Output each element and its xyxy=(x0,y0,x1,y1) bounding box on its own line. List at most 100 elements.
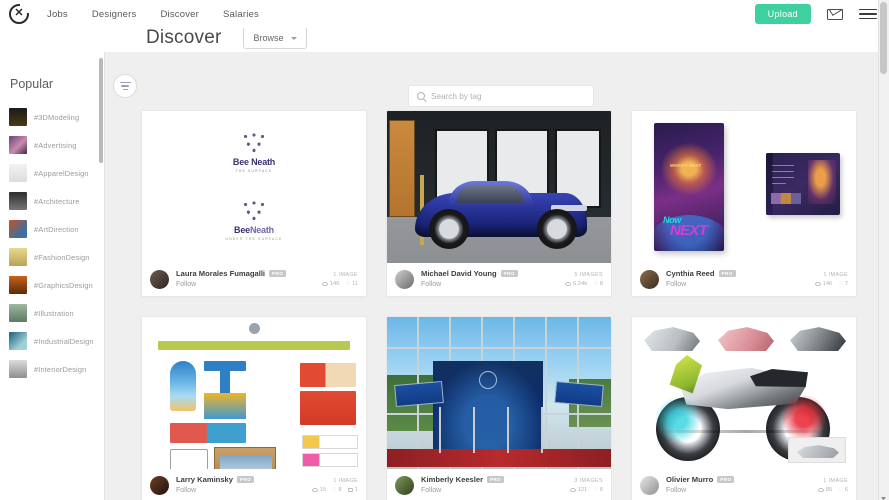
project-card[interactable]: Larry Kaminsky PRO Follow 1 IMAGE 15 ♡ 8 1 xyxy=(141,316,367,500)
sidebar-tag-label: #Advertising xyxy=(34,140,77,150)
ad-card-1 xyxy=(300,363,356,387)
hamburger-menu-icon[interactable] xyxy=(859,8,877,20)
sidebar-tag-label: #IndustrialDesign xyxy=(34,336,94,346)
like-count: ♡ 7 xyxy=(838,281,848,287)
tag-thumbnail-image xyxy=(9,276,27,294)
project-card[interactable]: Kimberly Keesler PRO Follow 3 IMAGES 121 ♡ 6 xyxy=(386,316,612,500)
stanchion-rail xyxy=(439,407,441,453)
card-thumbnail[interactable] xyxy=(387,317,611,469)
like-count: ♡ 8 xyxy=(332,487,342,493)
card-thumbnail[interactable] xyxy=(142,317,366,469)
avatar[interactable] xyxy=(395,270,414,289)
card-user-info: Michael David Young PRO Follow xyxy=(421,269,518,289)
card-username-row[interactable]: Laura Morales Fumagalli PRO xyxy=(176,269,287,278)
sidebar-tag-item[interactable]: #Illustration xyxy=(0,299,104,327)
engagement-counts: 146 ♡ 7 xyxy=(814,281,848,287)
tag-thumbnail-image xyxy=(9,192,27,210)
sidebar-tag-item[interactable]: #FashionDesign xyxy=(0,243,104,271)
scroll-down-arrow-icon[interactable] xyxy=(879,490,888,500)
scrollbar-thumb[interactable] xyxy=(880,2,887,74)
sidebar-tag-item[interactable]: #IndustrialDesign xyxy=(0,327,104,355)
eye-icon xyxy=(321,282,328,286)
view-count-value: 6.24k xyxy=(573,281,588,287)
sidebar-tag-item[interactable]: #InteriorDesign xyxy=(0,355,104,383)
car-window xyxy=(457,186,523,203)
view-count-value: 146 xyxy=(822,281,833,287)
thumbnail-sketch-3 xyxy=(790,327,846,351)
sidebar-tag-label: #InteriorDesign xyxy=(34,364,87,374)
sidebar-tag-item[interactable]: #GraphicsDesign xyxy=(0,271,104,299)
tag-thumbnail-image xyxy=(9,332,27,350)
card-username-row[interactable]: Olivier Murro PRO xyxy=(666,475,735,484)
sidebar-tag-list: #3DModeling #Advertising #ApparelDesign #Ar… xyxy=(0,103,104,383)
card-footer: Laura Morales Fumagalli PRO Follow 1 IMAGE 1… xyxy=(142,263,366,296)
follow-button[interactable]: Follow xyxy=(421,487,504,496)
tshirt-banner-top xyxy=(204,361,246,371)
car-rear-wheel xyxy=(537,209,577,249)
car-front-wheel xyxy=(429,209,469,249)
shelf-strip-1 xyxy=(302,435,358,449)
project-card[interactable]: WHAT'S NEXT Now NEXT Cynthia Reed PRO Follow 1… xyxy=(631,110,857,297)
card-username-row[interactable]: Kimberly Keesler PRO xyxy=(421,475,505,484)
filter-button[interactable] xyxy=(113,74,137,98)
dvd-front-cover: WHAT'S NEXT Now NEXT xyxy=(654,123,724,251)
nav-link-discover[interactable]: Discover xyxy=(160,9,199,20)
nav-link-jobs[interactable]: Jobs xyxy=(47,9,68,20)
follow-button[interactable]: Follow xyxy=(421,281,518,290)
card-thumbnail[interactable]: WHAT'S NEXT Now NEXT xyxy=(632,111,856,263)
follow-button[interactable]: Follow xyxy=(666,281,736,290)
card-username-row[interactable]: Larry Kaminsky PRO xyxy=(176,475,255,484)
thumbnail-sketch-2 xyxy=(718,327,774,351)
image-count-label: 1 IMAGE xyxy=(823,272,848,278)
follow-button[interactable]: Follow xyxy=(176,281,286,290)
logo-variant-primary: Bee Neath THE SURFACE xyxy=(142,131,366,173)
top-navigation-bar: Jobs Designers Discover Salaries Upload xyxy=(0,0,889,28)
follow-button[interactable]: Follow xyxy=(176,487,254,496)
avatar[interactable] xyxy=(150,270,169,289)
browse-dropdown[interactable]: Browse xyxy=(242,27,307,49)
avatar[interactable] xyxy=(640,476,659,495)
sidebar-scrollbar-thumb[interactable] xyxy=(99,58,103,163)
view-count-value: 15 xyxy=(319,487,327,493)
search-input[interactable] xyxy=(431,91,581,101)
project-card[interactable]: Bee Neath THE SURFACE BeeNeath UNDER THE SU… xyxy=(141,110,367,297)
comment-count-value: 1 xyxy=(354,487,358,493)
brand-logo-icon[interactable] xyxy=(9,4,29,24)
project-card[interactable]: Michael David Young PRO Follow 5 IMAGES 6.24… xyxy=(386,110,612,297)
like-count: ♡ 6 xyxy=(593,487,603,493)
card-thumbnail[interactable]: Bee Neath THE SURFACE BeeNeath UNDER THE SU… xyxy=(142,111,366,263)
card-username-row[interactable]: Michael David Young PRO xyxy=(421,269,518,278)
project-card[interactable]: Olivier Murro PRO Follow 1 IMAGE 85 ♡ 6 xyxy=(631,316,857,500)
sidebar-tag-item[interactable]: #ArtDirection xyxy=(0,215,104,243)
search-box[interactable] xyxy=(408,85,594,107)
avatar[interactable] xyxy=(395,476,414,495)
mail-icon[interactable] xyxy=(827,8,843,20)
avatar[interactable] xyxy=(150,476,169,495)
tag-thumbnail-image xyxy=(9,136,27,154)
sidebar-tag-item[interactable]: #Architecture xyxy=(0,187,104,215)
search-icon xyxy=(417,92,425,100)
content-area: Bee Neath THE SURFACE BeeNeath UNDER THE SU… xyxy=(105,52,889,500)
sidebar-tag-item[interactable]: #3DModeling xyxy=(0,103,104,131)
card-thumbnail[interactable] xyxy=(632,317,856,469)
sidebar-tag-item[interactable]: #ApparelDesign xyxy=(0,159,104,187)
follow-button[interactable]: Follow xyxy=(666,487,734,496)
image-count-label: 1 IMAGE xyxy=(333,272,358,278)
nav-right-actions: Upload xyxy=(754,4,889,24)
view-count: 121 xyxy=(569,487,587,493)
card-username: Cynthia Reed xyxy=(666,269,715,279)
card-username-row[interactable]: Cynthia Reed PRO xyxy=(666,269,736,278)
dvd-back-textline xyxy=(772,171,794,173)
window-crossbar xyxy=(387,347,611,349)
nav-link-designers[interactable]: Designers xyxy=(92,9,137,20)
card-footer: Michael David Young PRO Follow 5 IMAGES 6.24… xyxy=(387,263,611,296)
nav-link-salaries[interactable]: Salaries xyxy=(223,9,259,20)
upload-button[interactable]: Upload xyxy=(754,4,811,24)
sidebar-tag-item[interactable]: #Advertising xyxy=(0,131,104,159)
chevron-down-icon xyxy=(290,36,297,40)
avatar[interactable] xyxy=(640,270,659,289)
artwork-motorcycle-sketch xyxy=(632,317,856,469)
bee-honeycomb-icon xyxy=(240,131,268,153)
page-scrollbar[interactable] xyxy=(878,0,889,500)
card-thumbnail[interactable] xyxy=(387,111,611,263)
